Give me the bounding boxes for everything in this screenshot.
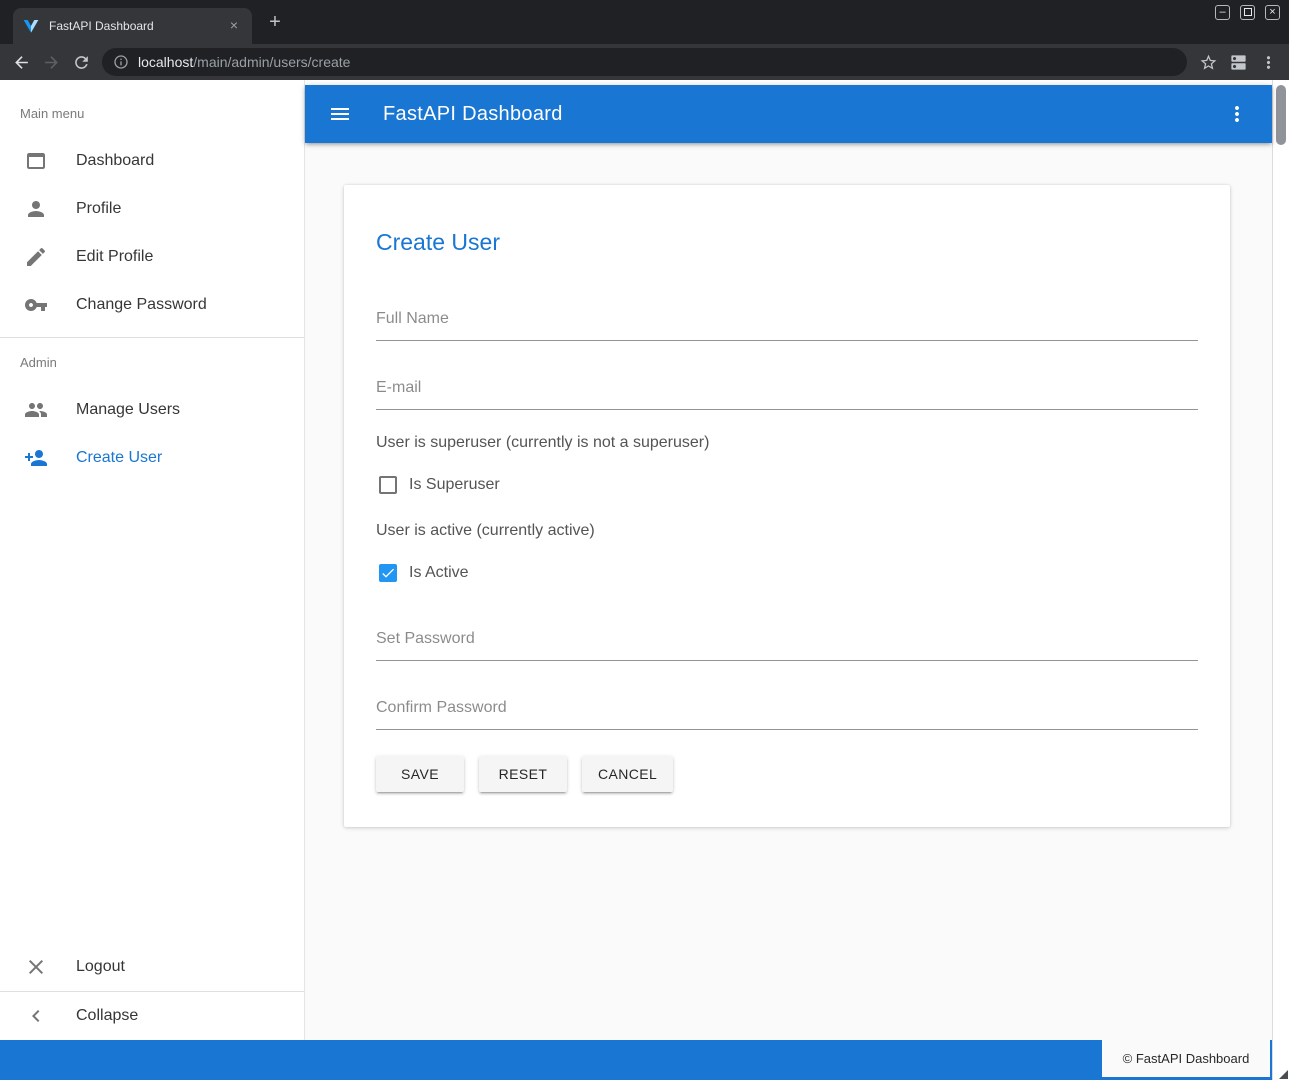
content-area: Create User User is superuser (currently… <box>305 143 1272 1040</box>
sidebar-item-profile[interactable]: Profile <box>0 185 304 233</box>
active-checkbox-row: Is Active <box>376 564 1198 582</box>
sidebar-item-label: Edit Profile <box>76 248 153 266</box>
sidebar-header-admin: Admin <box>0 338 304 386</box>
sidebar-item-label: Manage Users <box>76 401 180 419</box>
browser-extra-button[interactable] <box>1223 47 1253 77</box>
page-title: Create User <box>376 229 1198 256</box>
browser-window: FastAPI Dashboard × + – × localhost/main… <box>0 0 1289 1080</box>
hamburger-menu-icon <box>328 102 352 126</box>
person-add-icon <box>24 446 48 470</box>
sidebar: Main menu Dashboard Profile Edit Profile… <box>0 80 305 1040</box>
site-info-icon[interactable] <box>113 54 129 70</box>
scrollbar[interactable] <box>1272 80 1289 1080</box>
browser-titlebar: FastAPI Dashboard × + – × <box>0 0 1289 44</box>
reload-button[interactable] <box>66 47 96 77</box>
main-area: FastAPI Dashboard Create User User is su… <box>305 80 1272 1040</box>
email-field <box>376 379 1198 410</box>
page: Main menu Dashboard Profile Edit Profile… <box>0 80 1272 1080</box>
tab-title: FastAPI Dashboard <box>49 19 226 33</box>
superuser-hint-text: User is superuser (currently is not a su… <box>376 434 1198 452</box>
sidebar-item-dashboard[interactable]: Dashboard <box>0 137 304 185</box>
active-checkbox-label[interactable]: Is Active <box>409 564 469 582</box>
kebab-menu-icon <box>1225 102 1249 126</box>
star-icon <box>1199 53 1218 72</box>
full-name-input[interactable] <box>376 310 1198 341</box>
sidebar-item-label: Collapse <box>76 1007 138 1025</box>
database-stack-icon <box>1229 53 1248 72</box>
full-name-field <box>376 310 1198 341</box>
back-button[interactable] <box>6 47 36 77</box>
back-arrow-icon <box>12 53 31 72</box>
footer: © FastAPI Dashboard <box>0 1040 1272 1080</box>
key-icon <box>24 293 48 317</box>
sidebar-header-main-menu: Main menu <box>0 89 304 137</box>
copyright-text: © FastAPI Dashboard <box>1102 1040 1270 1077</box>
confirm-password-field <box>376 699 1198 730</box>
maximize-icon <box>1244 8 1252 16</box>
cancel-button[interactable]: CANCEL <box>582 756 673 792</box>
sidebar-item-label: Logout <box>76 958 125 976</box>
url-path: /main/admin/users/create <box>193 54 350 70</box>
vuetify-logo-icon <box>23 18 39 34</box>
sidebar-item-label: Profile <box>76 200 121 218</box>
new-tab-button[interactable]: + <box>264 12 286 34</box>
superuser-checkbox-label[interactable]: Is Superuser <box>409 476 500 494</box>
sidebar-item-logout[interactable]: Logout <box>0 943 304 991</box>
email-input[interactable] <box>376 379 1198 410</box>
confirm-password-input[interactable] <box>376 699 1198 730</box>
sidebar-item-create-user[interactable]: Create User <box>0 434 304 482</box>
save-button[interactable]: SAVE <box>376 756 464 792</box>
bookmark-button[interactable] <box>1193 47 1223 77</box>
browser-toolbar: localhost/main/admin/users/create <box>0 44 1289 80</box>
sidebar-item-label: Create User <box>76 449 162 467</box>
sidebar-item-collapse[interactable]: Collapse <box>0 992 304 1040</box>
nav-drawer-toggle-button[interactable] <box>327 101 353 127</box>
person-icon <box>24 197 48 221</box>
sidebar-item-label: Dashboard <box>76 152 154 170</box>
window-close-button[interactable]: × <box>1265 5 1280 20</box>
active-hint-text: User is active (currently active) <box>376 522 1198 540</box>
check-icon <box>380 565 396 581</box>
chevron-left-icon <box>24 1004 48 1028</box>
browser-tab[interactable]: FastAPI Dashboard × <box>13 8 252 44</box>
sidebar-item-label: Change Password <box>76 296 207 314</box>
forward-button[interactable] <box>36 47 66 77</box>
dashboard-icon <box>24 149 48 173</box>
url-host: localhost <box>138 54 193 70</box>
window-maximize-button[interactable] <box>1240 5 1255 20</box>
appbar-menu-button[interactable] <box>1224 101 1250 127</box>
address-bar[interactable]: localhost/main/admin/users/create <box>102 48 1187 76</box>
scrollbar-thumb[interactable] <box>1276 85 1286 145</box>
form-actions: SAVE RESET CANCEL <box>376 756 1198 792</box>
active-checkbox[interactable] <box>379 564 397 582</box>
window-controls: – × <box>1215 5 1280 20</box>
forward-arrow-icon <box>42 53 61 72</box>
sidebar-item-edit-profile[interactable]: Edit Profile <box>0 233 304 281</box>
set-password-input[interactable] <box>376 630 1198 661</box>
sidebar-item-manage-users[interactable]: Manage Users <box>0 386 304 434</box>
resize-grip-icon <box>1279 1070 1288 1079</box>
browser-menu-button[interactable] <box>1253 47 1283 77</box>
appbar-title: FastAPI Dashboard <box>383 103 563 126</box>
app-bar: FastAPI Dashboard <box>305 85 1272 143</box>
sidebar-item-change-password[interactable]: Change Password <box>0 281 304 329</box>
reload-icon <box>72 53 91 72</box>
kebab-menu-icon <box>1259 53 1278 72</box>
window-minimize-button[interactable]: – <box>1215 5 1230 20</box>
create-user-card: Create User User is superuser (currently… <box>344 185 1230 827</box>
close-x-icon <box>24 955 48 979</box>
reset-button[interactable]: RESET <box>479 756 567 792</box>
sidebar-bottom: Logout Collapse <box>0 943 304 1040</box>
people-icon <box>24 398 48 422</box>
pencil-icon <box>24 245 48 269</box>
tab-close-icon[interactable]: × <box>226 18 242 34</box>
superuser-checkbox-row: Is Superuser <box>376 476 1198 494</box>
set-password-field <box>376 630 1198 661</box>
superuser-checkbox[interactable] <box>379 476 397 494</box>
